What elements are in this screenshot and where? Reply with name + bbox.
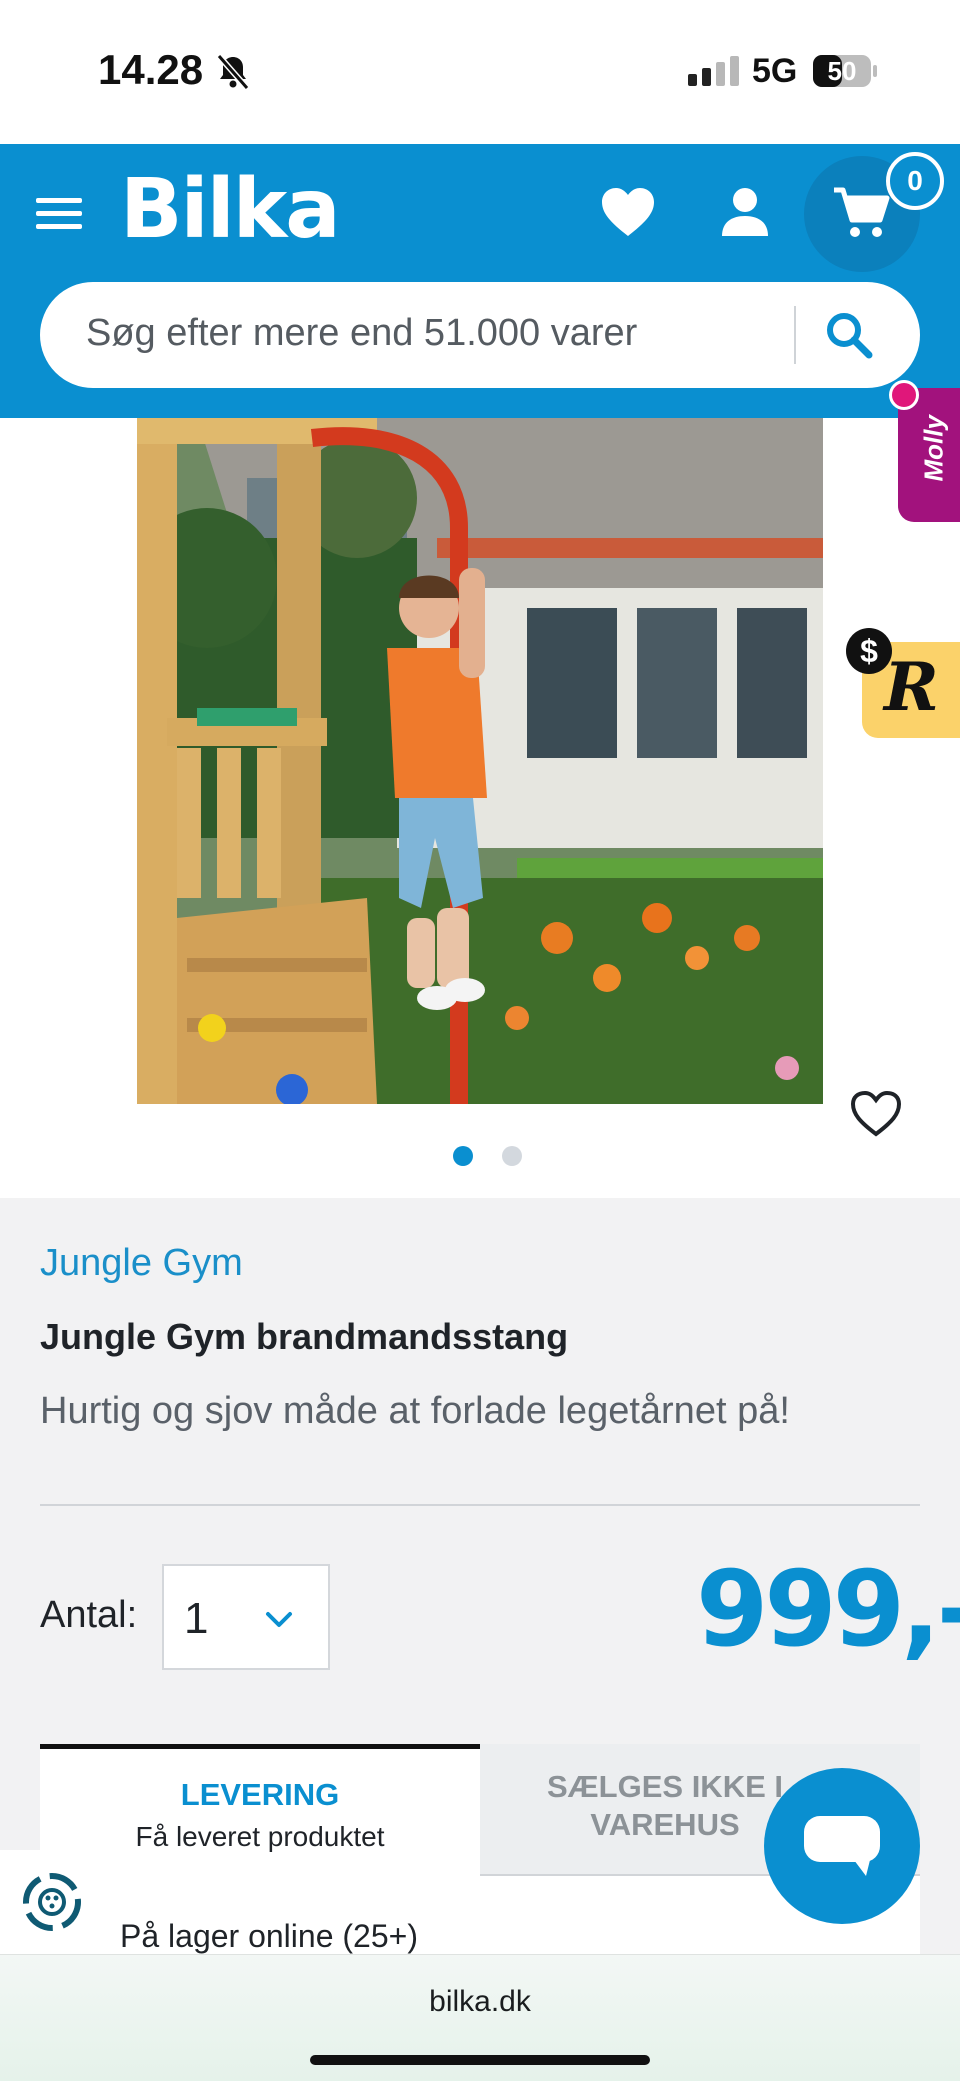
tab-delivery[interactable]: LEVERING Få leveret produktet — [40, 1744, 480, 1876]
molly-label: Molly — [918, 415, 949, 482]
quantity-select[interactable]: 1 — [162, 1564, 330, 1670]
cart-count-badge: 0 — [886, 152, 944, 210]
product-subtitle: Hurtig og sjov måde at forlade legetårne… — [40, 1390, 790, 1432]
stock-status: På lager online (25+) — [120, 1918, 418, 1954]
molly-notification-dot — [889, 380, 919, 410]
tab-delivery-subtitle: Få leveret produktet — [135, 1821, 385, 1852]
product-image[interactable] — [137, 418, 823, 1104]
carousel-dot[interactable] — [502, 1146, 522, 1166]
browser-url-bar[interactable]: bilka.dk — [0, 1954, 960, 2081]
accessibility-gear-icon — [23, 1873, 81, 1931]
page: 14.28 5G 50 Bilka 0 Søg efter mere end 5… — [0, 0, 960, 2081]
product-brand-link[interactable]: Jungle Gym — [40, 1242, 243, 1285]
chevron-down-icon — [266, 1612, 292, 1627]
r-logo: R — [884, 648, 939, 726]
quantity-label: Antal: — [40, 1594, 138, 1636]
status-time: 14.28 — [98, 46, 204, 93]
search-bar[interactable]: Søg efter mere end 51.000 varer — [40, 282, 920, 388]
battery-level: 50 — [827, 56, 857, 86]
product-title: Jungle Gym brandmandsstang — [40, 1316, 569, 1357]
menu-icon[interactable] — [36, 196, 82, 230]
status-bar: 14.28 5G 50 — [0, 0, 960, 144]
cart-icon — [834, 187, 890, 237]
carousel-dot-active[interactable] — [453, 1146, 473, 1166]
home-indicator[interactable] — [310, 2055, 650, 2065]
divider — [40, 1504, 920, 1506]
tab-delivery-title: LEVERING — [180, 1777, 340, 1812]
url-text[interactable]: bilka.dk — [0, 1985, 960, 2019]
bilka-logo[interactable]: Bilka — [120, 162, 341, 257]
favorites-heart-icon[interactable] — [600, 186, 656, 238]
quantity-value: 1 — [184, 1594, 209, 1643]
product-price: 999,- — [696, 1548, 960, 1670]
chat-bubble-icon — [804, 1816, 880, 1876]
account-icon[interactable] — [720, 186, 770, 238]
chat-button[interactable] — [764, 1768, 920, 1924]
wishlist-heart-icon[interactable] — [850, 1090, 902, 1138]
product-gallery[interactable] — [0, 418, 960, 1198]
search-divider — [794, 306, 796, 364]
search-icon[interactable] — [824, 310, 874, 360]
accessibility-widget[interactable] — [0, 1850, 104, 1958]
signal-icon — [688, 56, 739, 86]
network-type: 5G — [752, 52, 798, 90]
site-header: Bilka 0 Søg efter mere end 51.000 varer — [0, 144, 960, 418]
search-input[interactable]: Søg efter mere end 51.000 varer — [86, 312, 786, 355]
dollar-badge: $ — [846, 628, 892, 674]
bell-muted-icon — [216, 54, 250, 90]
